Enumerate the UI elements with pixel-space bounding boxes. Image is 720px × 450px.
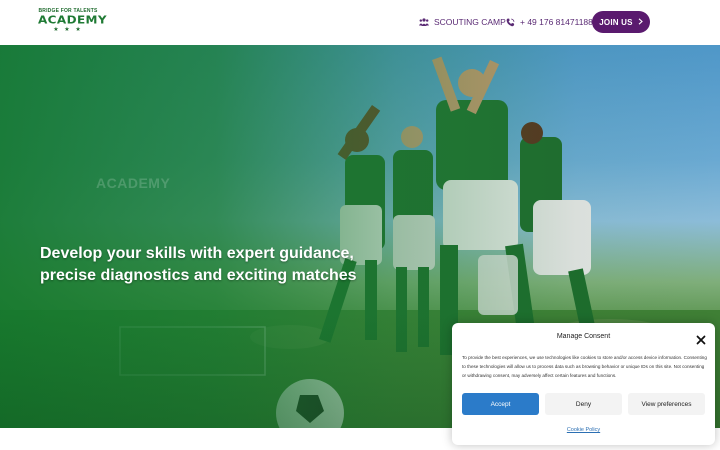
nav-phone-label: + 49 176 81471188 <box>520 17 593 27</box>
deny-button[interactable]: Deny <box>545 393 622 415</box>
phone-icon <box>506 18 515 27</box>
join-us-label: JOIN US <box>599 17 633 27</box>
hero-headline: Develop your skills with expert guidance… <box>40 243 357 287</box>
nav-scouting-camp-link[interactable]: SCOUTING CAMP <box>419 17 506 27</box>
cookie-policy-link[interactable]: Cookie Policy <box>452 427 715 433</box>
hero-watermark-logo: ACADEMY <box>96 175 171 191</box>
join-us-button[interactable]: JOIN US <box>592 11 650 33</box>
logo-stars: ★ ★ ★ <box>53 27 83 33</box>
nav-phone-link[interactable]: + 49 176 81471188 <box>506 17 593 27</box>
hero-headline-line-2: precise diagnostics and exciting matches <box>40 267 357 284</box>
group-icon <box>419 18 429 26</box>
chevron-right-icon <box>638 17 643 27</box>
logo-main-text: ACADEMY <box>38 13 107 27</box>
view-preferences-button[interactable]: View preferences <box>628 393 705 415</box>
hero-headline-line-1: Develop your skills with expert guidance… <box>40 245 354 262</box>
academy-logo[interactable]: BRIDGE FOR TALENTS ACADEMY ★ ★ ★ <box>38 8 107 36</box>
consent-title: Manage Consent <box>556 333 611 340</box>
close-icon[interactable] <box>696 332 706 345</box>
site-header: BRIDGE FOR TALENTS ACADEMY ★ ★ ★ SCOUTIN… <box>0 0 720 45</box>
nav-scouting-label: SCOUTING CAMP <box>434 17 506 27</box>
accept-button[interactable]: Accept <box>462 393 539 415</box>
cookie-consent-dialog: Manage Consent To provide the best exper… <box>452 323 715 445</box>
consent-body-text: To provide the best experiences, we use … <box>462 355 707 378</box>
